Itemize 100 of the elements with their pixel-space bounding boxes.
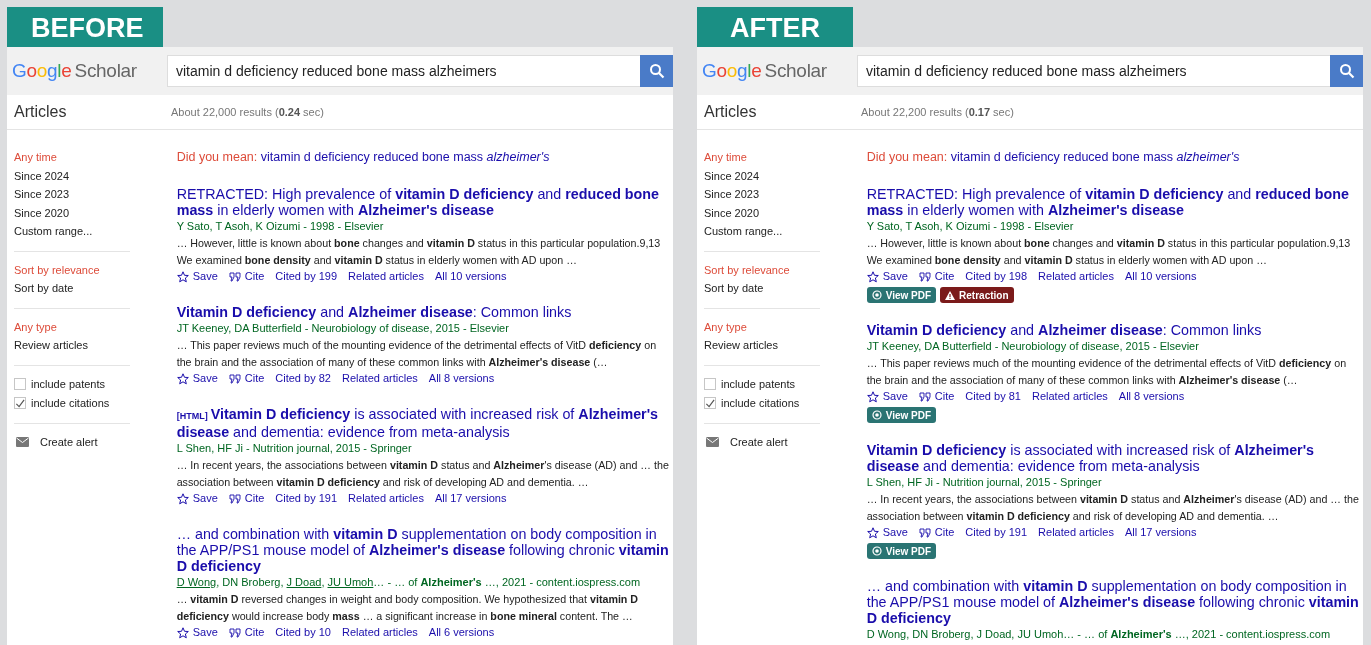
suggestion-link[interactable]: vitamin d deficiency reduced bone mass alzheimer's (950, 150, 1240, 164)
result-title[interactable]: Vitamin D deficiency and Alzheimer disease: Common links (176, 304, 673, 320)
filter-option[interactable]: Sort by relevance (14, 260, 130, 279)
cited-by-link[interactable]: Cited by 191 (275, 490, 338, 507)
related-articles-link[interactable]: Related articles (1038, 268, 1114, 285)
checkbox[interactable] (704, 397, 716, 409)
panel-label: AFTER (697, 7, 853, 47)
results-count: About 22,200 results (0.17 sec) (861, 106, 1014, 118)
versions-link[interactable]: All 6 versions (428, 624, 495, 641)
result-title[interactable]: RETRACTED: High prevalence of vitamin D deficiency and reduced bone mass in elderly women with Alzheimer's disease (176, 186, 673, 218)
star-icon (176, 492, 189, 505)
filter-option[interactable]: Sort by date (14, 279, 130, 298)
result-snippet: … vitamin D reversed changes in weight and body composition. We hypothesized that vitamin D deficiency would increase body mass … a significant increase in bone mineral content. The … (176, 592, 640, 624)
result-title[interactable]: Vitamin D deficiency is associated with increased risk of Alzheimer's disease and dementia: evidence from meta-analysis (866, 442, 1363, 474)
filter-option[interactable]: Any type (14, 317, 130, 336)
cite-link[interactable]: Cite (228, 624, 265, 641)
search-button[interactable] (640, 55, 673, 87)
result-snippet: … This paper reviews much of the mounting evidence of the detrimental effects of VitD deficiency on the brain and the association of many of these common links with Alzheimer's disease (… (866, 356, 1348, 388)
save-link[interactable]: Save (176, 268, 218, 285)
save-link[interactable]: Save (866, 388, 908, 405)
cite-link[interactable]: Cite (918, 388, 955, 405)
cited-by-link[interactable]: Cited by 198 (965, 268, 1028, 285)
checkbox-label[interactable]: include citations (721, 397, 800, 409)
filter-option[interactable]: Any time (704, 148, 820, 167)
star-icon (866, 526, 879, 539)
cited-by-link[interactable]: Cited by 10 (275, 624, 331, 641)
result-snippet: … This paper reviews much of the mounting evidence of the detrimental effects of VitD deficiency on the brain and the association of many of these common links with Alzheimer's disease (… (176, 338, 658, 370)
cited-by-link[interactable]: Cited by 82 (275, 370, 331, 387)
cited-by-link[interactable]: Cited by 199 (275, 268, 338, 285)
save-link[interactable]: Save (866, 524, 908, 541)
view-pdf-button[interactable]: View PDF (866, 287, 937, 303)
save-link[interactable]: Save (176, 490, 218, 507)
result-snippet: … In recent years, the associations between vitamin D status and Alzheimer's disease (AD) and … the association between vitamin D deficiency and risk of developing AD and dementia. … (866, 492, 1360, 524)
results-count: About 22,000 results (0.24 sec) (171, 106, 324, 118)
filter-option[interactable]: Review articles (704, 336, 820, 355)
filter-option[interactable]: Custom range... (14, 222, 130, 241)
filter-option[interactable]: Since 2024 (14, 166, 130, 185)
view-pdf-button[interactable]: View PDF (866, 407, 937, 423)
view-pdf-button[interactable]: View PDF (866, 543, 937, 559)
related-articles-link[interactable]: Related articles (348, 268, 424, 285)
save-link[interactable]: Save (176, 624, 218, 641)
related-articles-link[interactable]: Related articles (1038, 524, 1114, 541)
target-icon (871, 546, 882, 556)
filter-option[interactable]: Since 2024 (704, 166, 820, 185)
filter-option[interactable]: Since 2020 (704, 203, 820, 222)
filter-option[interactable]: Since 2023 (14, 185, 130, 204)
checkbox-label[interactable]: include patents (31, 378, 105, 390)
checkbox[interactable] (14, 397, 26, 409)
versions-link[interactable]: All 10 versions (434, 268, 507, 285)
cite-link[interactable]: Cite (918, 524, 955, 541)
cite-link[interactable]: Cite (228, 490, 265, 507)
filter-option[interactable]: Any time (14, 148, 130, 167)
related-articles-link[interactable]: Related articles (341, 370, 418, 387)
cite-link[interactable]: Cite (918, 268, 955, 285)
checkbox-label[interactable]: include citations (31, 397, 110, 409)
related-articles-link[interactable]: Related articles (348, 490, 424, 507)
search-button[interactable] (1330, 55, 1363, 87)
cite-link[interactable]: Cite (228, 370, 265, 387)
search-field[interactable]: vitamin d deficiency reduced bone mass alzheimers (857, 55, 1330, 87)
warning-icon (945, 290, 956, 300)
checkbox-label[interactable]: include patents (721, 378, 795, 390)
result-snippet: … However, little is known about bone changes and vitamin D status in this particular population.9,13 We examined bone density and vitamin D status in elderly women with AD upon … (176, 236, 662, 268)
save-link[interactable]: Save (866, 268, 908, 285)
versions-link[interactable]: All 17 versions (1124, 524, 1197, 541)
related-articles-link[interactable]: Related articles (1031, 388, 1108, 405)
result-title[interactable]: Vitamin D deficiency and Alzheimer disease: Common links (866, 322, 1363, 338)
result-authors: Y Sato, T Asoh, K Oizumi - 1998 - Elsevier (176, 219, 385, 234)
cited-by-link[interactable]: Cited by 81 (965, 388, 1021, 405)
result-authors: JT Keeney, DA Butterfield - Neurobiology of disease, 2015 - Elsevier (866, 339, 1200, 354)
versions-link[interactable]: All 10 versions (1124, 268, 1197, 285)
spelling-suggestion: Did you mean: vitamin d deficiency reduced bone mass alzheimer's (176, 150, 551, 164)
cited-by-link[interactable]: Cited by 191 (965, 524, 1028, 541)
versions-link[interactable]: All 8 versions (1118, 388, 1185, 405)
save-link[interactable]: Save (176, 370, 218, 387)
result-authors: D Wong, DN Broberg, J Doad, JU Umoh… - … of Alzheimer's …, 2021 - content.iospress.com (866, 627, 1332, 642)
search-field[interactable]: vitamin d deficiency reduced bone mass alzheimers (167, 55, 640, 87)
filter-option[interactable]: Sort by relevance (704, 260, 820, 279)
suggestion-link[interactable]: vitamin d deficiency reduced bone mass alzheimer's (260, 150, 550, 164)
result-authors: D Wong, DN Broberg, J Doad, JU Umoh… - … of Alzheimer's …, 2021 - content.iospress.com (176, 575, 642, 590)
filter-option[interactable]: Since 2023 (704, 185, 820, 204)
result-title[interactable]: RETRACTED: High prevalence of vitamin D deficiency and reduced bone mass in elderly women with Alzheimer's disease (866, 186, 1363, 218)
target-icon (871, 290, 882, 300)
quote-icon (228, 373, 241, 384)
result-title[interactable]: … and combination with vitamin D supplementation on body composition in the APP/PS1 mouse model of Alzheimer's disease following chronic vitamin D deficiency (176, 526, 673, 574)
versions-link[interactable]: All 8 versions (428, 370, 495, 387)
create-alert-link[interactable]: Create alert (730, 435, 788, 448)
create-alert-link[interactable]: Create alert (40, 435, 98, 448)
result-title[interactable]: [HTML] Vitamin D deficiency is associated with increased risk of Alzheimer's disease and dementia: evidence from meta-analysis (176, 406, 673, 440)
filter-option[interactable]: Review articles (14, 336, 130, 355)
result-authors: Y Sato, T Asoh, K Oizumi - 1998 - Elsevier (866, 219, 1075, 234)
versions-link[interactable]: All 17 versions (434, 490, 507, 507)
related-articles-link[interactable]: Related articles (341, 624, 418, 641)
result-title[interactable]: … and combination with vitamin D supplementation on body composition in the APP/PS1 mouse model of Alzheimer's disease following chronic vitamin D deficiency (866, 578, 1363, 626)
filter-option[interactable]: Sort by date (704, 279, 820, 298)
filter-option[interactable]: Custom range... (704, 222, 820, 241)
filter-option[interactable]: Since 2020 (14, 203, 130, 222)
retraction-badge[interactable]: Retraction (940, 287, 1014, 303)
result-authors: L Shen, HF Ji - Nutrition journal, 2015 - Springer (866, 475, 1103, 490)
cite-link[interactable]: Cite (228, 268, 265, 285)
filter-option[interactable]: Any type (704, 317, 820, 336)
